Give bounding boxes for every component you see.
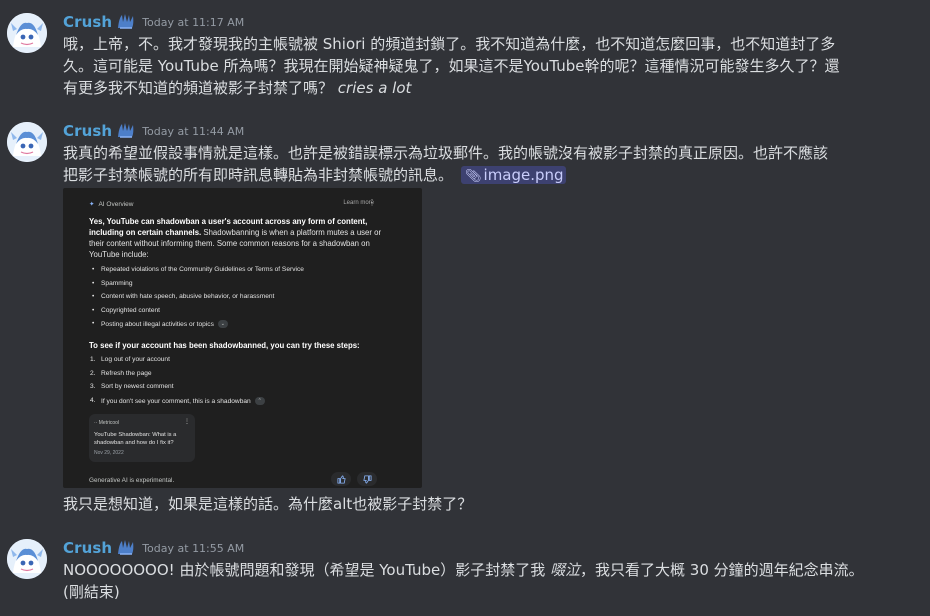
message-segment: 把影子封禁帳號的所有即時訊息轉貼為非封禁帳號的訊息。 [63, 166, 454, 184]
step-item: Log out of your account [101, 356, 170, 363]
source-title: YouTube Shadowban: What is a shadowban a… [94, 432, 177, 446]
bullet-item: Repeated violations of the Community Gui… [92, 266, 304, 273]
more-options-icon: ⋮ [368, 198, 376, 207]
bullet-item: Content with hate speech, abusive behavi… [92, 293, 274, 300]
steps-title: To see if your account has been shadowba… [89, 341, 360, 350]
timestamp[interactable]: Today at 11:17 AM [142, 16, 244, 29]
bullet-text: Posting about illegal activities or topi… [101, 320, 214, 328]
message-line: 久。這可能是 YouTube 所為嗎？我現在開始疑神疑鬼了，如果這不是YouTu… [63, 57, 840, 75]
avatar[interactable] [7, 13, 47, 53]
disclaimer: Generative AI is experimental. [89, 477, 175, 484]
source-card: ·· Metricool ⋮ YouTube Shadowban: What i… [89, 414, 195, 462]
message-line: NOOOOOOOO! 由於帳號問題和發現（希望是 YouTube）影子封禁了我 … [63, 559, 893, 581]
attachment-link[interactable]: 📎︎ image.png [461, 166, 566, 184]
role-icon[interactable] [116, 12, 136, 32]
embedded-image[interactable]: ✦ AI Overview Learn more ⋮ Yes, YouTube c… [63, 188, 422, 488]
role-icon[interactable] [116, 538, 136, 558]
bullet-item: Spamming [92, 280, 132, 287]
italic-text: 啜泣 [550, 561, 581, 579]
message-line: 把影子封禁帳號的所有即時訊息轉貼為非封禁帳號的訊息。 📎︎ image.png [63, 164, 893, 188]
timestamp[interactable]: Today at 11:44 AM [142, 125, 244, 138]
source-name: ·· Metricool [94, 420, 119, 426]
message-line: 有更多我不知道的頻道被影子封禁了嗎？ cries a lot [63, 77, 893, 99]
message-text: 哦，上帝，不。我才發現我的主帳號被 Shiori 的頻道封鎖了。我不知道為什麼，… [63, 33, 893, 99]
italic-text: cries a lot [337, 79, 412, 97]
message-text: 我只是想知道，如果是這樣的話。為什麼alt也被影子封禁了？ [63, 495, 473, 513]
ai-overview-title: AI Overview [98, 201, 134, 208]
message-text: NOOOOOOOO! 由於帳號問題和發現（希望是 YouTube）影子封禁了我 … [63, 559, 893, 603]
thumbs-down-icon [357, 472, 377, 486]
source-date: Nov 29, 2022 [94, 450, 124, 456]
step-item: Sort by newest comment [101, 383, 174, 390]
username[interactable]: Crush [63, 13, 112, 31]
ai-overview-header: ✦ AI Overview [89, 200, 134, 208]
source-label: Metricool [98, 420, 120, 426]
username[interactable]: Crush [63, 122, 112, 140]
step-text: If you don't see your comment, this is a… [101, 397, 251, 405]
card-options-icon: ⋮ [184, 419, 190, 425]
bullet-item: Posting about illegal activities or topi… [92, 320, 228, 328]
paperclip-icon: 📎︎ [465, 169, 482, 184]
chevron-down-icon: ⌄ [217, 320, 228, 328]
message-segment: ，我只看了大概 30 分鐘的週年紀念串流。 [580, 561, 864, 579]
step-number: 3. [90, 383, 96, 390]
chat-messages: Crush Today at 11:17 AM 哦，上帝，不。我才發現我的主帳號… [0, 0, 930, 616]
step-number: 1. [90, 356, 96, 363]
message-segment: NOOOOOOOO! 由於帳號問題和發現（希望是 YouTube）影子封禁了我 [63, 561, 550, 579]
bullet-item: Copyrighted content [92, 307, 160, 314]
chevron-up-icon: ⌃ [254, 397, 265, 405]
message-line: 我真的希望並假設事情就是這樣。也許是被錯誤標示為垃圾郵件。我的帳號沒有被影子封禁… [63, 144, 829, 162]
avatar[interactable] [7, 122, 47, 162]
username[interactable]: Crush [63, 539, 112, 557]
step-item: Refresh the page [101, 370, 152, 377]
message-line: 哦，上帝，不。我才發現我的主帳號被 Shiori 的頻道封鎖了。我不知道為什麼，… [63, 35, 836, 53]
message-segment: 有更多我不知道的頻道被影子封禁了嗎？ [63, 79, 334, 97]
step-number: 4. [90, 397, 96, 404]
attachment-name: image.png [483, 166, 564, 184]
sparkle-icon: ✦ [89, 201, 95, 208]
timestamp[interactable]: Today at 11:55 AM [142, 542, 244, 555]
step-item: If you don't see your comment, this is a… [101, 397, 265, 405]
step-number: 2. [90, 370, 96, 377]
message-text: 我真的希望並假設事情就是這樣。也許是被錯誤標示為垃圾郵件。我的帳號沒有被影子封禁… [63, 142, 893, 188]
overview-intro: Yes, YouTube can shadowban a user's acco… [89, 216, 389, 260]
avatar[interactable] [7, 539, 47, 579]
message-line: (剛結束) [63, 583, 120, 601]
role-icon[interactable] [116, 121, 136, 141]
thumbs-up-icon [331, 472, 351, 486]
